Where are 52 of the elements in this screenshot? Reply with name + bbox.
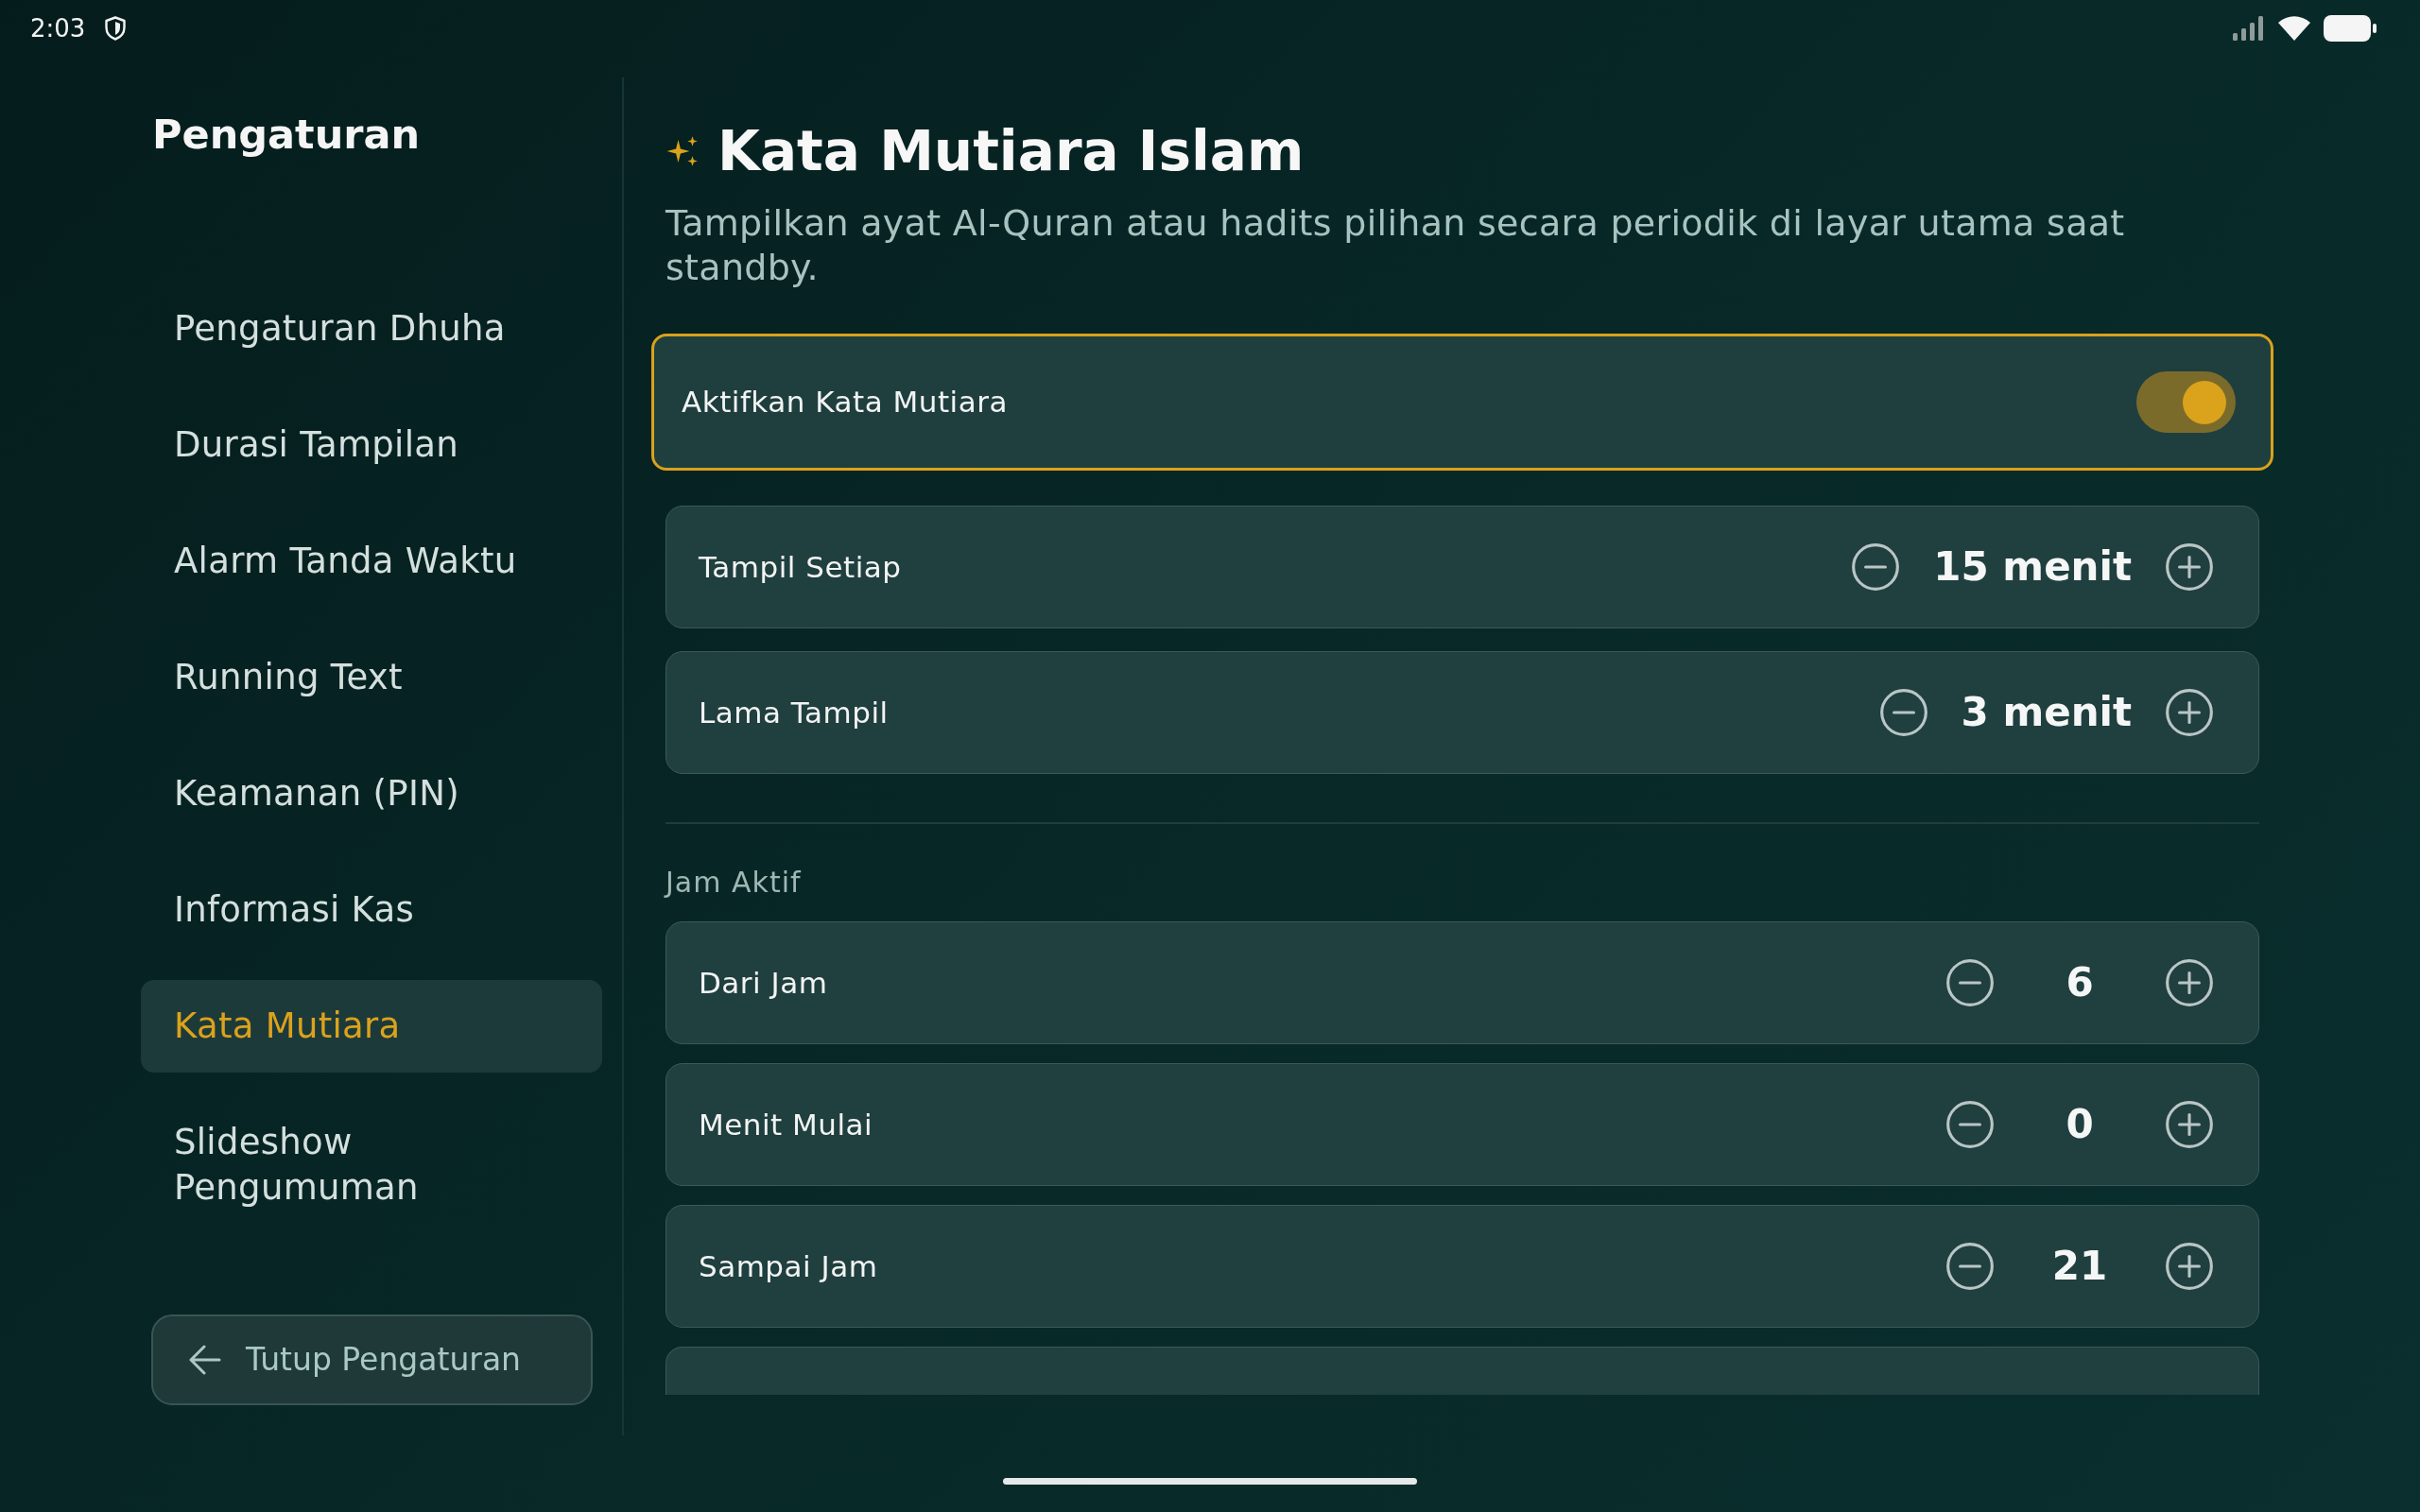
- decrease-button[interactable]: [1852, 543, 1900, 591]
- toggle-thumb: [2183, 380, 2226, 424]
- plus-icon: [2166, 1101, 2213, 1148]
- sidebar-item[interactable]: Slideshow Pengumuman: [141, 1096, 602, 1234]
- arrow-left-icon: [189, 1345, 221, 1375]
- setting-label: Lama Tampil: [699, 694, 889, 731]
- increase-button[interactable]: [2166, 1243, 2213, 1290]
- setting-label: Tampil Setiap: [699, 548, 902, 586]
- close-settings-button[interactable]: Tutup Pengaturan: [151, 1314, 593, 1405]
- setting-value: 3 menit: [1961, 688, 2132, 737]
- status-time: 2:03: [30, 12, 86, 44]
- increase-button[interactable]: [2166, 689, 2213, 736]
- page-title: Kata Mutiara Islam: [717, 118, 1305, 185]
- setting-value: 15 menit: [1933, 542, 2132, 592]
- increase-button[interactable]: [2166, 1101, 2213, 1148]
- sparkle-icon: [666, 134, 700, 168]
- sidebar-item[interactable]: Kata Mutiara: [141, 980, 602, 1073]
- setting-value: 6: [2065, 958, 2095, 1007]
- minus-icon: [1946, 959, 1994, 1006]
- sidebar-item[interactable]: Pengaturan Dhuha: [141, 283, 602, 375]
- plus-icon: [2166, 959, 2213, 1006]
- toggle-label: Aktifkan Kata Mutiara: [682, 384, 1008, 421]
- plus-icon: [2166, 689, 2213, 736]
- decrease-button[interactable]: [1946, 1101, 1994, 1148]
- minus-icon: [1879, 689, 1927, 736]
- setting-value: 0: [2065, 1100, 2095, 1149]
- minus-icon: [1946, 1243, 1994, 1290]
- minus-icon: [1946, 1101, 1994, 1148]
- setting-label: Dari Jam: [699, 964, 828, 1002]
- setting-value: 21: [2050, 1242, 2109, 1291]
- increase-button[interactable]: [2166, 543, 2213, 591]
- setting-label: Menit Mulai: [699, 1106, 873, 1143]
- plus-icon: [2166, 1243, 2213, 1290]
- signal-icon: [2233, 16, 2265, 41]
- section-title: Jam Aktif: [666, 865, 802, 901]
- increase-button[interactable]: [2166, 959, 2213, 1006]
- sidebar-title: Pengaturan: [152, 110, 421, 160]
- sidebar-item[interactable]: Alarm Tanda Waktu: [141, 515, 602, 608]
- battery-icon: [2324, 15, 2377, 42]
- decrease-button[interactable]: [1946, 959, 1994, 1006]
- decrease-button[interactable]: [1879, 689, 1927, 736]
- minus-icon: [1852, 543, 1900, 591]
- sidebar-item[interactable]: Running Text: [141, 631, 602, 724]
- decrease-button[interactable]: [1946, 1243, 1994, 1290]
- wifi-icon: [2278, 16, 2310, 41]
- plus-icon: [2166, 543, 2213, 591]
- setting-label: Sampai Jam: [699, 1247, 878, 1285]
- shield-icon: [104, 16, 128, 41]
- page-description: Tampilkan ayat Al-Quran atau hadits pilihan secara periodik di layar utama saat standby.: [666, 201, 2126, 290]
- sidebar-item[interactable]: Durasi Tampilan: [141, 399, 602, 491]
- sidebar-item[interactable]: Informasi Kas: [141, 864, 602, 956]
- sidebar-item[interactable]: Keamanan (PIN): [141, 747, 602, 840]
